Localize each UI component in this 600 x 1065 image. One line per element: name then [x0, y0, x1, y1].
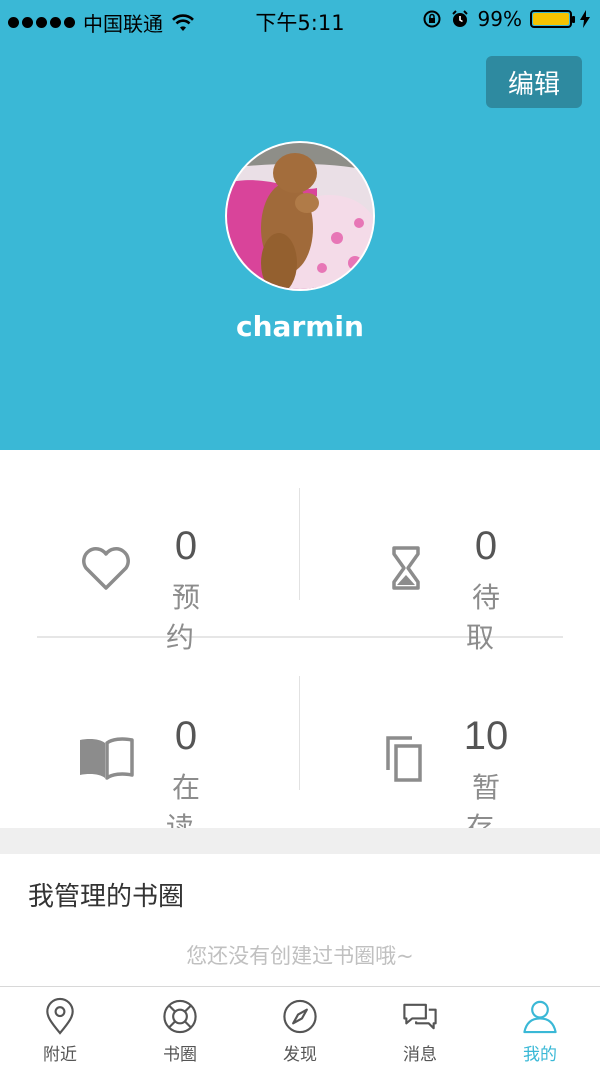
- managed-circles-section: 我管理的书圈 您还没有创建过书圈哦~: [0, 854, 600, 986]
- tab-label: 附近: [43, 1045, 77, 1065]
- stat-label: 预约: [165, 581, 212, 654]
- stat-value: 0: [174, 714, 198, 758]
- avatar[interactable]: [225, 141, 375, 291]
- stat-value: 0: [174, 524, 198, 568]
- stat-value: 0: [474, 524, 498, 568]
- tab-messages[interactable]: 消息: [360, 987, 480, 1065]
- empty-state-text: 您还没有创建过书圈哦~: [186, 944, 414, 968]
- stat-reserve[interactable]: 0 预约: [0, 472, 300, 654]
- section-title: 我管理的书圈: [28, 882, 185, 912]
- avatar-photo: [227, 143, 373, 289]
- person-icon: [523, 1000, 557, 1034]
- tab-label: 发现: [283, 1045, 317, 1065]
- battery-icon: [530, 10, 575, 28]
- compass-icon: [283, 999, 317, 1034]
- section-gap: [0, 828, 600, 854]
- stat-reading[interactable]: 0 在读: [0, 662, 300, 844]
- tab-label: 书圈: [163, 1045, 197, 1065]
- stat-pending-pickup[interactable]: 0 待取: [300, 472, 600, 654]
- status-bar: 中国联通 下午5:11 99%: [0, 0, 600, 40]
- tab-nearby[interactable]: 附近: [0, 987, 120, 1065]
- tab-label: 消息: [403, 1045, 437, 1065]
- edit-button[interactable]: 编辑: [486, 56, 582, 108]
- tab-mine[interactable]: 我的: [480, 987, 600, 1065]
- stat-value: 10: [463, 714, 509, 758]
- copy-icon: [386, 736, 422, 782]
- tab-book-circles[interactable]: 书圈: [120, 987, 240, 1065]
- profile-header: 中国联通 下午5:11 99% 编辑 charmin: [0, 0, 600, 450]
- stat-label: 待取: [465, 581, 512, 654]
- life-ring-icon: [163, 999, 197, 1034]
- alarm-clock-icon: [451, 10, 468, 27]
- tab-label: 我的: [523, 1045, 557, 1065]
- battery-percentage: 99%: [477, 7, 522, 31]
- charging-bolt-icon: [580, 10, 590, 28]
- rotation-lock-icon: [423, 10, 441, 28]
- open-book-icon: [80, 737, 134, 780]
- location-pin-icon: [46, 997, 74, 1035]
- stats-panel: 0 预约 0 待取 0 在读 10 暂存: [0, 450, 600, 844]
- username: charmin: [236, 310, 364, 343]
- tab-discover[interactable]: 发现: [240, 987, 360, 1065]
- stat-stored[interactable]: 10 暂存: [300, 662, 600, 844]
- status-right: 99%: [422, 7, 590, 31]
- hourglass-icon: [392, 546, 420, 590]
- heart-icon: [82, 547, 130, 590]
- chat-bubbles-icon: [403, 1003, 437, 1030]
- bottom-tab-bar: 附近 书圈 发现 消息 我的: [0, 986, 600, 1065]
